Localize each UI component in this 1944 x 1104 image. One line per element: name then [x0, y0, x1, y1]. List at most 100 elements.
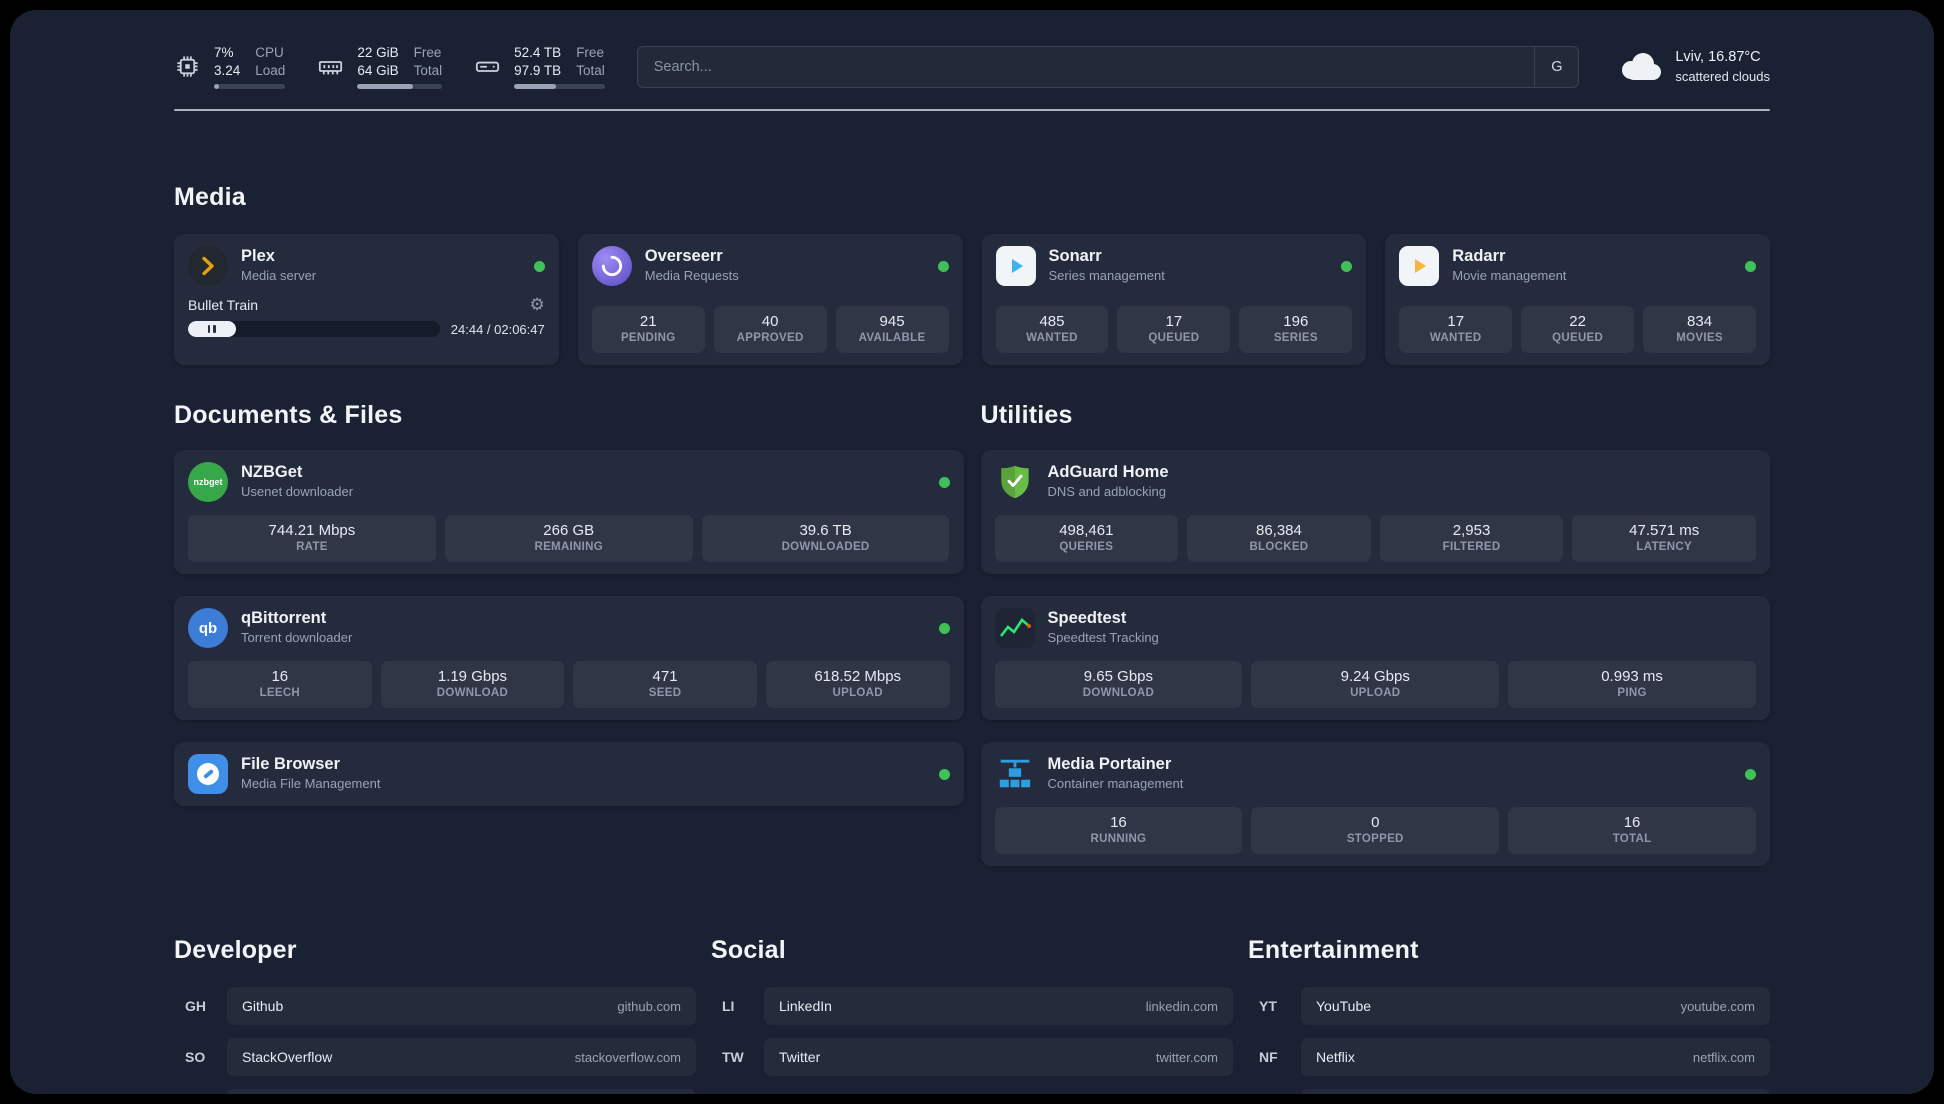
stat-value: 9.65 Gbps — [1083, 668, 1154, 685]
stat-box: 16 RUNNING — [994, 807, 1243, 854]
nzbget-card[interactable]: nzbget NZBGet Usenet downloader 744.21 M… — [174, 450, 964, 574]
overseerr-card[interactable]: Overseerr Media Requests 21 PENDING 40 A… — [577, 234, 963, 365]
plex-progress-bar[interactable] — [188, 321, 440, 337]
bookmark-github[interactable]: GH Github github.com — [174, 987, 696, 1025]
section-title-entertainment: Entertainment — [1248, 936, 1419, 964]
stat-box: 0 STOPPED — [1251, 807, 1500, 854]
disk-icon — [476, 61, 500, 72]
stat-box: 744.21 Mbps RATE — [188, 515, 436, 562]
stat-label: RUNNING — [1090, 833, 1147, 845]
bookmark-dev[interactable]: DT DEV dev.to — [174, 1089, 696, 1094]
bookmark-netflix[interactable]: NF Netflix netflix.com — [1248, 1038, 1770, 1076]
stat-label: TOTAL — [1612, 833, 1652, 845]
app-desc: Usenet downloader — [241, 484, 354, 499]
cpu-label-top: CPU — [255, 45, 284, 60]
stat-label: BLOCKED — [1249, 541, 1309, 553]
app-name: Plex — [241, 247, 275, 265]
app-desc: Speedtest Tracking — [1047, 630, 1159, 645]
app-desc: Media server — [241, 268, 317, 283]
section-title-documents: Documents & Files — [174, 401, 403, 429]
ram-icon — [319, 61, 343, 75]
stat-value: 22 — [1569, 313, 1586, 330]
cpu-usage-bar — [214, 84, 286, 89]
stat-box: 16 LEECH — [188, 661, 372, 708]
app-name: NZBGet — [241, 463, 303, 481]
bookmark-name: Github — [242, 998, 284, 1014]
portainer-card[interactable]: Media Portainer Container management 16 … — [980, 742, 1770, 866]
app-name: Radarr — [1452, 247, 1506, 265]
disk-label-bottom: Total — [576, 63, 605, 78]
stat-value: 2,953 — [1452, 522, 1491, 539]
stat-box: 196 SERIES — [1239, 306, 1353, 353]
section-documents: Documents & Files nzbget NZBGet Usenet d… — [174, 401, 964, 806]
search-input[interactable] — [637, 46, 1535, 87]
stat-box: 2,953 FILTERED — [1379, 515, 1564, 562]
stat-label: QUEUED — [1148, 332, 1200, 344]
disk-widget: 52.4 TB 97.9 TB Free Total — [474, 44, 605, 89]
stat-label: DOWNLOADED — [781, 541, 870, 553]
bookmark-url: twitter.com — [1155, 1049, 1218, 1065]
plex-card[interactable]: Plex Media server Bullet Train ⚙ 24:44 /… — [174, 234, 559, 365]
stat-box: 9.24 Gbps UPLOAD — [1251, 661, 1500, 708]
dashboard: 7% 3.24 CPU Load 22 GiB 64 GiB Free Tota… — [10, 10, 1934, 1094]
cloud-icon — [1622, 52, 1662, 80]
search-engine-button[interactable]: G — [1534, 46, 1578, 87]
bookmark-url: linkedin.com — [1145, 998, 1218, 1014]
ram-label-top: Free — [413, 45, 442, 60]
stat-box: 21 PENDING — [591, 306, 705, 353]
stat-label: WANTED — [1026, 332, 1078, 344]
qbittorrent-card[interactable]: qb qBittorrent Torrent downloader 16 LEE… — [174, 596, 964, 720]
status-online-dot — [937, 260, 949, 272]
filebrowser-card[interactable]: File Browser Media File Management — [174, 742, 964, 806]
stat-value: 40 — [761, 313, 779, 330]
pause-icon — [207, 325, 211, 333]
bookmark-linkedin[interactable]: LI LinkedIn linkedin.com — [711, 987, 1233, 1025]
cpu-usage-value: 7% — [214, 45, 234, 60]
stat-value: 498,461 — [1059, 522, 1114, 539]
stat-label: WANTED — [1429, 332, 1482, 344]
overseerr-icon — [591, 246, 632, 286]
stat-value: 618.52 Mbps — [814, 668, 902, 685]
stat-label: STOPPED — [1346, 833, 1404, 845]
stat-box: 40 APPROVED — [713, 306, 827, 353]
status-online-dot — [938, 476, 950, 488]
plex-icon — [188, 246, 228, 286]
cpu-widget: 7% 3.24 CPU Load — [174, 44, 286, 89]
radarr-card[interactable]: Radarr Movie management 17 WANTED 22 QUE… — [1385, 234, 1770, 365]
adguard-card[interactable]: AdGuard Home DNS and adblocking 498,461 … — [980, 450, 1770, 574]
stat-value: 0.993 ms — [1601, 668, 1663, 685]
stat-value: 834 — [1687, 313, 1713, 330]
bookmark-stackoverflow[interactable]: SO StackOverflow stackoverflow.com — [174, 1038, 696, 1076]
sonarr-icon — [995, 246, 1036, 286]
stat-label: QUERIES — [1059, 541, 1114, 553]
cpu-usage-bar-fill — [214, 84, 219, 89]
speedtest-card[interactable]: Speedtest Speedtest Tracking 9.65 Gbps D… — [980, 596, 1770, 720]
stat-value: 266 GB — [543, 522, 595, 539]
stat-value: 16 — [271, 668, 289, 685]
bookmark-twitter[interactable]: TW Twitter twitter.com — [711, 1038, 1233, 1076]
qbittorrent-icon: qb — [188, 608, 228, 648]
stat-label: DOWNLOAD — [1082, 687, 1155, 699]
stat-label: PENDING — [620, 332, 676, 344]
section-title-developer: Developer — [174, 936, 297, 964]
stat-box: 47.571 ms LATENCY — [1572, 515, 1756, 562]
sonarr-card[interactable]: Sonarr Series management 485 WANTED 17 Q… — [981, 234, 1367, 365]
ram-usage-bar-fill — [357, 84, 414, 89]
stat-label: RATE — [296, 541, 328, 553]
stat-box: 22 QUEUED — [1521, 306, 1635, 353]
stat-box: 618.52 Mbps UPLOAD — [765, 661, 950, 708]
stat-label: DOWNLOAD — [436, 687, 509, 699]
stat-label: MOVIES — [1676, 332, 1723, 344]
stat-label: AVAILABLE — [858, 332, 926, 344]
bookmark-abbr: YT — [1259, 998, 1277, 1014]
bookmark-youtube[interactable]: YT YouTube youtube.com — [1248, 987, 1770, 1025]
stat-box: 9.65 Gbps DOWNLOAD — [994, 661, 1243, 708]
stat-label: QUEUED — [1552, 332, 1604, 344]
ram-total-value: 64 GiB — [357, 63, 399, 78]
ram-usage-bar — [357, 84, 443, 89]
bookmark-url: youtube.com — [1680, 998, 1755, 1014]
section-developer: Developer GH Github github.com SO StackO… — [174, 936, 696, 1094]
bookmark-reddit[interactable]: RE Reddit reddit.com — [1248, 1089, 1770, 1094]
settings-gear-icon[interactable]: ⚙ — [530, 296, 545, 313]
playback-time: 24:44 / 02:06:47 — [450, 321, 545, 337]
